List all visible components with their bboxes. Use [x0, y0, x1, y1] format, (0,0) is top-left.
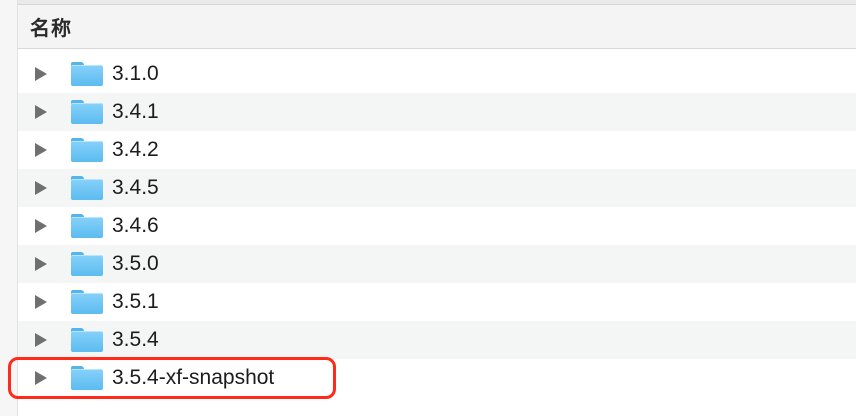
folder-name: 3.4.6 — [112, 214, 159, 237]
folder-icon — [71, 328, 103, 352]
folder-name: 3.4.1 — [112, 100, 159, 123]
disclosure-triangle-icon[interactable] — [35, 143, 47, 157]
folder-name: 3.1.0 — [112, 62, 159, 85]
folder-icon — [71, 366, 103, 390]
list-item[interactable]: 3.5.4 — [18, 321, 856, 359]
list-item[interactable]: 3.1.0 — [18, 55, 856, 93]
list-item[interactable]: 3.4.5 — [18, 169, 856, 207]
disclosure-triangle-icon[interactable] — [35, 333, 47, 347]
disclosure-triangle-icon[interactable] — [35, 67, 47, 81]
folder-icon — [71, 100, 103, 124]
disclosure-triangle-icon[interactable] — [35, 105, 47, 119]
folder-icon — [71, 176, 103, 200]
list-item[interactable]: 3.4.6 — [18, 207, 856, 245]
left-gutter — [0, 0, 18, 416]
list-item[interactable]: 3.4.2 — [18, 131, 856, 169]
folder-name: 3.5.4 — [112, 328, 159, 351]
folder-icon — [71, 214, 103, 238]
folder-name: 3.5.4-xf-snapshot — [112, 366, 275, 389]
folder-name: 3.4.5 — [112, 176, 159, 199]
column-header-name[interactable]: 名称 — [18, 5, 856, 49]
list-item[interactable]: 3.5.1 — [18, 283, 856, 321]
finder-window: 名称 3.1.0 3.4.1 3.4.2 3.4.5 3.4.6 3.5.0 3… — [0, 0, 856, 416]
disclosure-triangle-icon[interactable] — [35, 257, 47, 271]
column-header-label: 名称 — [30, 18, 72, 40]
folder-name: 3.4.2 — [112, 138, 159, 161]
folder-icon — [71, 138, 103, 162]
folder-icon — [71, 252, 103, 276]
list-item[interactable]: 3.5.4-xf-snapshot — [8, 357, 856, 399]
list-item[interactable]: 3.5.0 — [18, 245, 856, 283]
list-item[interactable]: 3.4.1 — [18, 93, 856, 131]
folder-name: 3.5.0 — [112, 252, 159, 275]
disclosure-triangle-icon[interactable] — [35, 181, 47, 195]
folder-icon — [71, 62, 103, 86]
folder-icon — [71, 290, 103, 314]
folder-name: 3.5.1 — [112, 290, 159, 313]
disclosure-triangle-icon[interactable] — [35, 219, 47, 233]
file-list: 3.1.0 3.4.1 3.4.2 3.4.5 3.4.6 3.5.0 3.5.… — [8, 55, 856, 399]
disclosure-triangle-icon[interactable] — [35, 295, 47, 309]
disclosure-triangle-icon[interactable] — [35, 371, 47, 385]
